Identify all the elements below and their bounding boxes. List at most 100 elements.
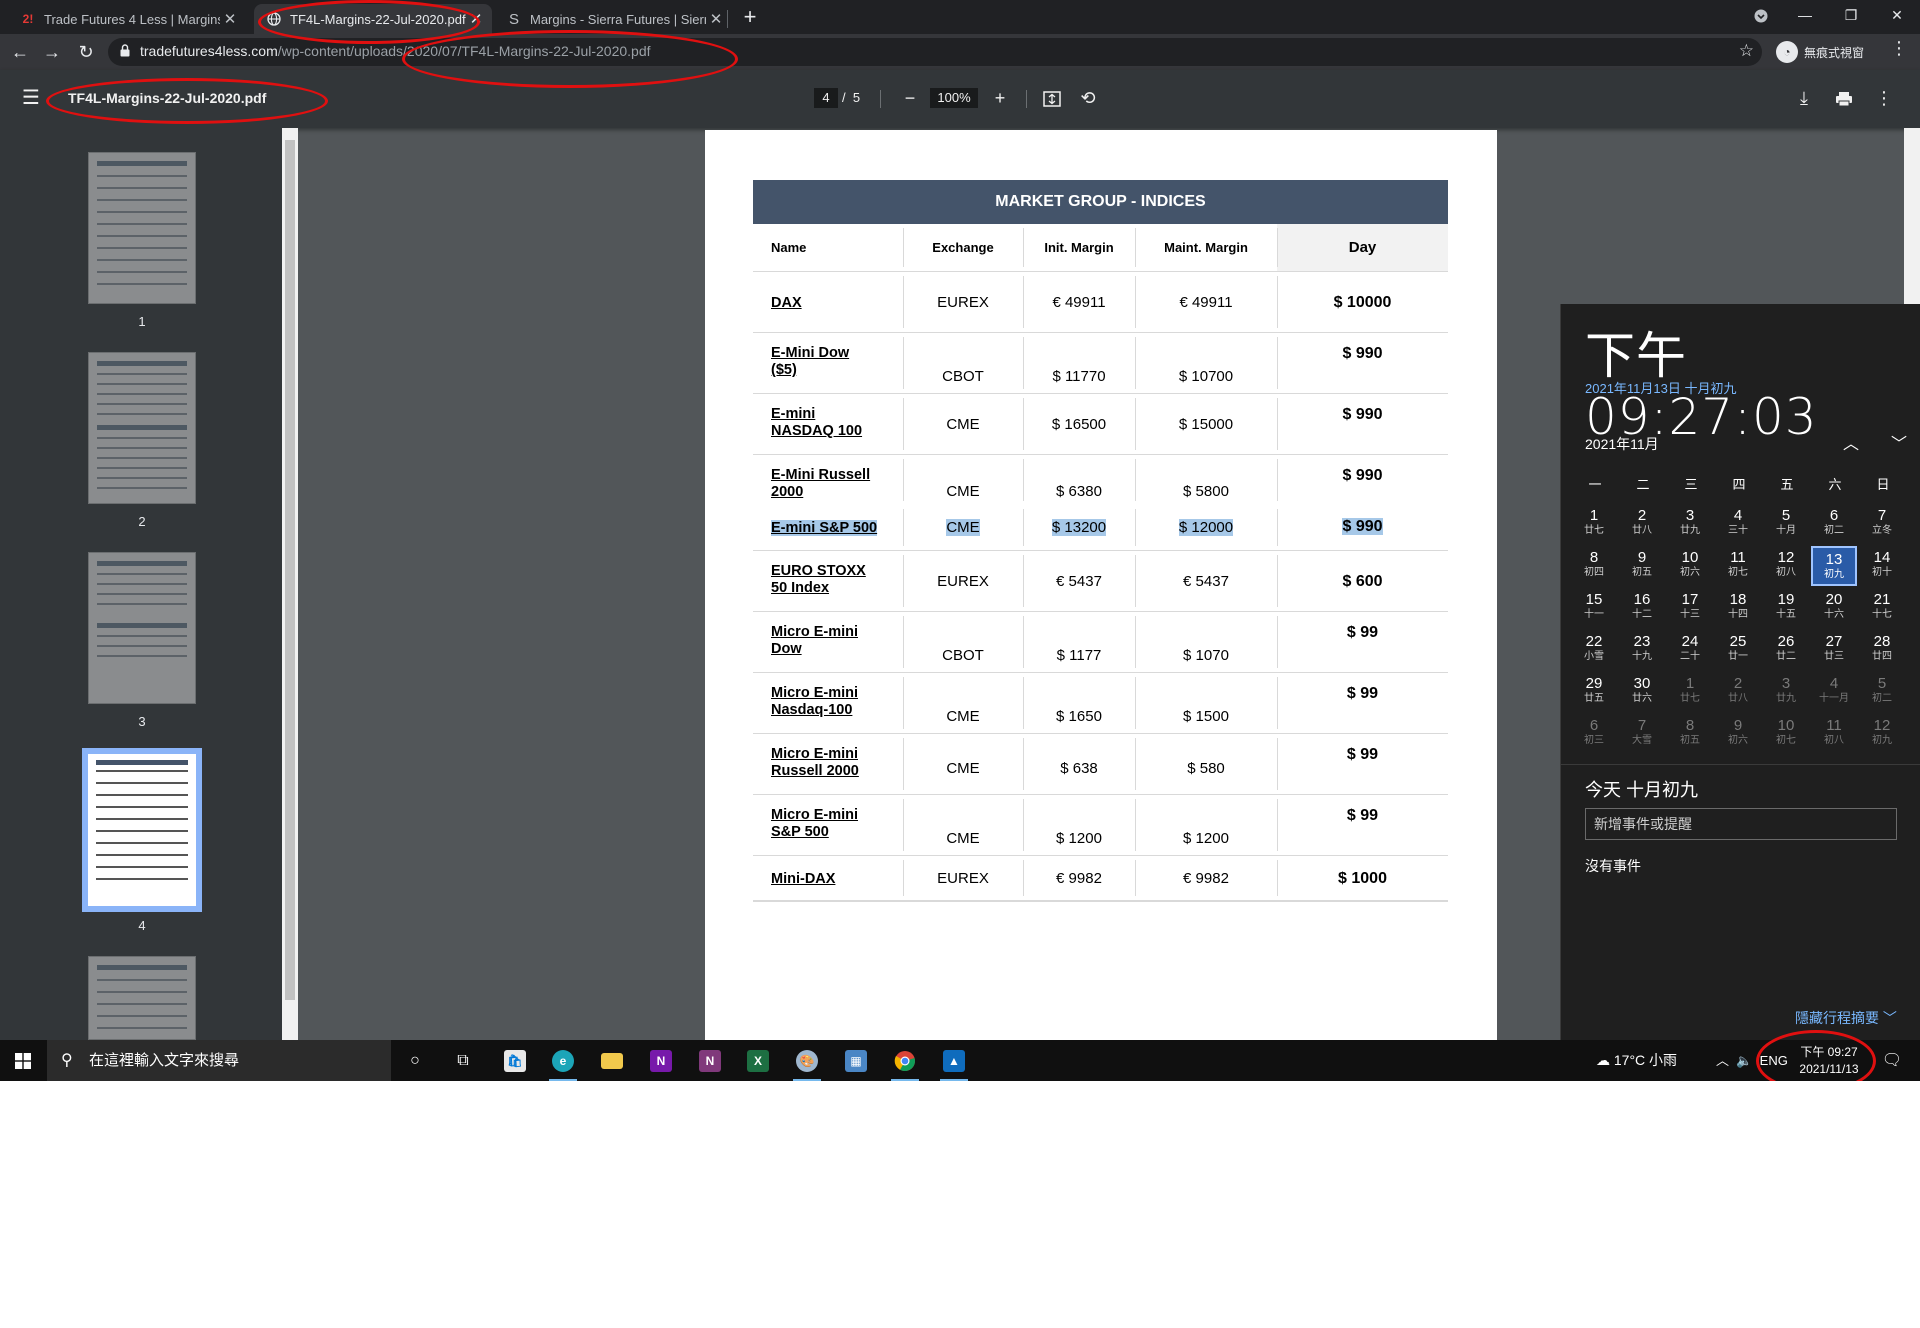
calendar-day[interactable]: 1 廿七 [1571,504,1617,544]
calendar-day[interactable]: 16 十二 [1619,588,1665,628]
calendar-day[interactable]: 8 初四 [1571,546,1617,586]
contract-name[interactable]: Micro E-mini [771,624,903,641]
calendar-day[interactable]: 29 廿五 [1571,672,1617,712]
tab-sierra-futures[interactable]: S Margins - Sierra Futures | Sierra ✕ [494,4,732,34]
incognito-indicator[interactable]: ◔ 無痕式視窗 [1776,39,1864,65]
calendar-day[interactable]: 3 廿九 [1667,504,1713,544]
calendar-day[interactable]: 11 初七 [1715,546,1761,586]
contract-name[interactable]: Micro E-mini [771,685,903,702]
file-explorer-icon[interactable] [592,1044,632,1077]
calendar-day[interactable]: 10 初六 [1667,546,1713,586]
page-number-input[interactable]: 4 [814,88,838,108]
calendar-day[interactable]: 5 十月 [1763,504,1809,544]
calendar-day[interactable]: 6 初二 [1811,504,1857,544]
page-thumbnail-4-selected[interactable] [82,748,202,912]
calendar-day[interactable]: 7 立冬 [1859,504,1905,544]
store-icon[interactable]: 🛍 [495,1044,535,1077]
new-tab-button[interactable]: + [736,4,764,32]
paint-icon[interactable]: 🎨 [787,1044,827,1081]
close-window-button[interactable]: ✕ [1874,0,1920,30]
tab-search-icon[interactable] [1738,0,1784,30]
download-icon[interactable]: ⤓ [1792,86,1816,110]
zoom-in-button[interactable]: + [988,86,1012,110]
print-icon[interactable] [1832,86,1856,110]
restore-button[interactable]: ❐ [1828,0,1874,30]
taskbar-search-box[interactable]: ⚲ 在這裡輸入文字來搜尋 [47,1040,391,1081]
notification-icon[interactable]: 🗨 [1874,1040,1910,1081]
page-thumbnail-2[interactable] [88,352,196,504]
calendar-day[interactable]: 9 初六 [1715,714,1761,754]
calendar-day[interactable]: 25 廿一 [1715,630,1761,670]
calendar-day[interactable]: 2 廿八 [1715,672,1761,712]
calculator-icon[interactable]: ▦ [836,1044,876,1077]
calendar-day[interactable]: 14 初十 [1859,546,1905,586]
rotate-icon[interactable]: ⟲ [1076,86,1100,110]
chevron-up-icon[interactable]: ︿ [1716,1053,1729,1068]
close-tab-icon[interactable]: ✕ [466,10,486,28]
contract-name[interactable]: E-mini [771,406,903,423]
contract-name[interactable]: E-Mini Dow [771,345,903,362]
calendar-day[interactable]: 17 十三 [1667,588,1713,628]
page-thumbnail-1[interactable] [88,152,196,304]
calendar-day[interactable]: 12 初九 [1859,714,1905,754]
contract-name-line2[interactable]: Russell 2000 [771,763,903,780]
chevron-up-icon[interactable]: ︿ [1843,430,1859,454]
calendar-day[interactable]: 1 廿七 [1667,672,1713,712]
calendar-day[interactable]: 30 廿六 [1619,672,1665,712]
calendar-day[interactable]: 23 十九 [1619,630,1665,670]
contract-name[interactable]: DAX [771,295,802,311]
url-text[interactable]: tradefutures4less.com/wp-content/uploads… [140,43,651,59]
viewer-scrollbar[interactable] [1904,128,1920,304]
calendar-month-label[interactable]: 2021年11月 [1585,434,1659,454]
scrollbar-thumb[interactable] [285,140,295,1000]
back-button[interactable]: ← [6,38,34,66]
hide-agenda-link[interactable]: 隱藏行程摘要 ﹀ [1795,1008,1897,1028]
contract-name-line2[interactable]: 2000 [771,484,903,501]
page-thumbnail-3[interactable] [88,552,196,704]
zoom-out-button[interactable]: − [898,86,922,110]
more-actions-icon[interactable]: ⋮ [1872,86,1896,110]
cortana-icon[interactable]: ○ [395,1044,435,1077]
contract-name-line2[interactable]: ($5) [771,362,903,379]
bookmark-star-icon[interactable]: ☆ [1739,41,1754,61]
calendar-day[interactable]: 10 初七 [1763,714,1809,754]
contract-name-line2[interactable]: Nasdaq-100 [771,702,903,719]
tab-trade-futures[interactable]: 2! Trade Futures 4 Less | Margins ✕ [8,4,246,34]
address-bar[interactable]: tradefutures4less.com/wp-content/uploads… [108,38,1762,66]
contract-name[interactable]: Micro E-mini [771,807,903,824]
calendar-day[interactable]: 5 初二 [1859,672,1905,712]
contract-name[interactable]: EURO STOXX [771,563,903,580]
page-thumbnail-5[interactable] [88,956,196,1040]
photos-icon[interactable]: ▲ [934,1044,974,1081]
onenote-icon[interactable]: N [641,1044,681,1077]
calendar-day[interactable]: 24 二十 [1667,630,1713,670]
calendar-day[interactable]: 26 廿二 [1763,630,1809,670]
calendar-day[interactable]: 2 廿八 [1619,504,1665,544]
calendar-day[interactable]: 11 初八 [1811,714,1857,754]
calendar-day[interactable]: 6 初三 [1571,714,1617,754]
calendar-day[interactable]: 28 廿四 [1859,630,1905,670]
calendar-day[interactable]: 20 十六 [1811,588,1857,628]
input-language[interactable]: ENG [1760,1053,1788,1068]
calendar-day[interactable]: 15 十一 [1571,588,1617,628]
weather-widget[interactable]: ☁ 17°C 小雨 [1596,1040,1677,1081]
calendar-day[interactable]: 22 小雪 [1571,630,1617,670]
calendar-day[interactable]: 27 廿三 [1811,630,1857,670]
calendar-day-today[interactable]: 13 初九 [1811,546,1857,586]
taskbar-clock[interactable]: 下午 09:27 2021/11/13 [1790,1044,1868,1078]
onenote-2016-icon[interactable]: N [690,1044,730,1077]
calendar-day[interactable]: 18 十四 [1715,588,1761,628]
chrome-icon[interactable] [885,1044,925,1081]
calendar-day[interactable]: 4 十一月 [1811,672,1857,712]
chrome-menu-icon[interactable]: ⋮ [1890,38,1908,59]
contract-name-line2[interactable]: Dow [771,641,903,658]
calendar-day[interactable]: 3 廿九 [1763,672,1809,712]
calendar-day[interactable]: 21 十七 [1859,588,1905,628]
reload-button[interactable]: ↻ [72,38,100,66]
forward-button[interactable]: → [38,38,66,66]
tab-pdf-active[interactable]: TF4L-Margins-22-Jul-2020.pdf ✕ [254,4,492,34]
excel-icon[interactable]: X [738,1044,778,1077]
volume-icon[interactable]: 🔈 [1736,1053,1752,1068]
windows-start-button[interactable] [0,1040,46,1081]
contract-name-line2[interactable]: S&P 500 [771,824,903,841]
